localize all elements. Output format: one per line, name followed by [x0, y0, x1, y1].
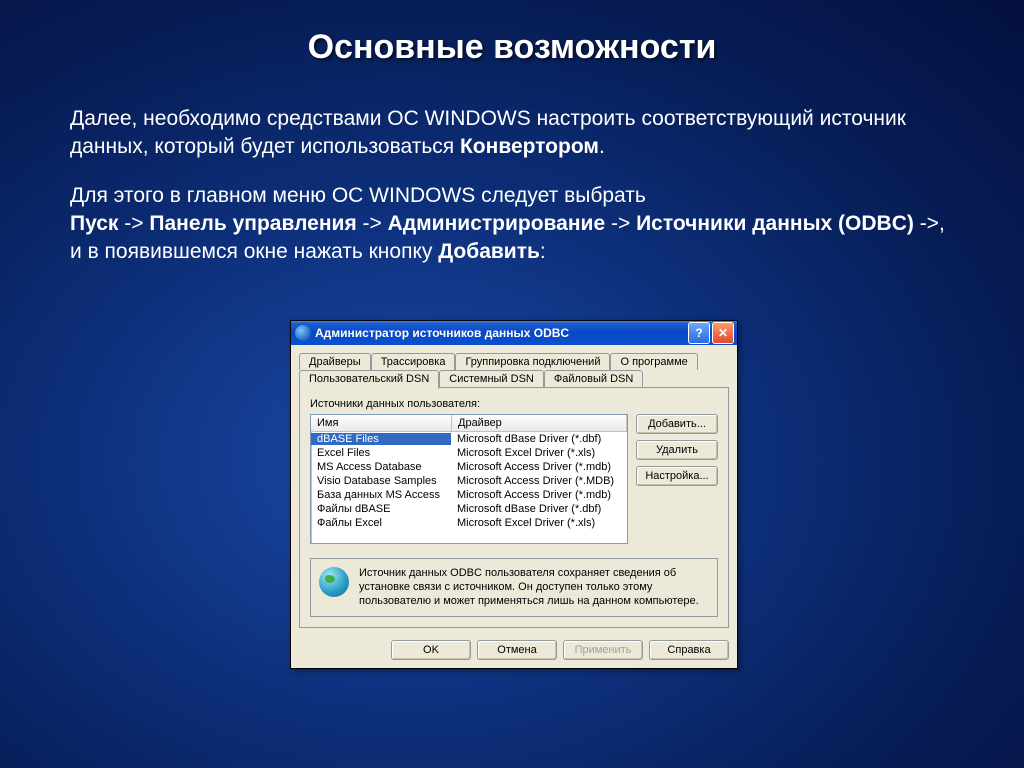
paragraph-1: Далее, необходимо средствами ОС WINDOWS …	[70, 105, 954, 162]
cell-driver: Microsoft Excel Driver (*.xls)	[451, 447, 627, 459]
table-row[interactable]: MS Access DatabaseMicrosoft Access Drive…	[311, 460, 627, 474]
tab-panel: Источники данных пользователя: Имя Драйв…	[299, 387, 729, 628]
p2-button-name: Добавить	[438, 240, 540, 263]
odbc-dialog-wrap: Администратор источников данных ODBC ? ✕…	[290, 320, 738, 669]
app-icon	[295, 325, 311, 341]
p1-text-c: .	[599, 135, 605, 158]
ok-button[interactable]: OK	[391, 640, 471, 660]
cell-name: Файлы dBASE	[311, 503, 451, 515]
dialog-body: Драйверы Трассировка Группировка подключ…	[291, 345, 737, 634]
cancel-button[interactable]: Отмена	[477, 640, 557, 660]
list-label: Источники данных пользователя:	[310, 398, 718, 410]
titlebar[interactable]: Администратор источников данных ODBC ? ✕	[291, 321, 737, 345]
add-button[interactable]: Добавить...	[636, 414, 718, 434]
table-row[interactable]: Файлы dBASEMicrosoft dBase Driver (*.dbf…	[311, 502, 627, 516]
dsn-listview[interactable]: Имя Драйвер dBASE FilesMicrosoft dBase D…	[310, 414, 628, 544]
table-row[interactable]: Файлы ExcelMicrosoft Excel Driver (*.xls…	[311, 516, 627, 530]
slide: Основные возможности Далее, необходимо с…	[0, 0, 1024, 768]
cell-driver: Microsoft Access Driver (*.mdb)	[451, 461, 627, 473]
cell-name: dBASE Files	[311, 433, 451, 445]
cell-name: Файлы Excel	[311, 517, 451, 529]
cell-name: База данных MS Access	[311, 489, 451, 501]
tab-about[interactable]: О программе	[610, 353, 697, 370]
tab-system-dsn[interactable]: Системный DSN	[439, 370, 544, 388]
cell-driver: Microsoft Excel Driver (*.xls)	[451, 517, 627, 529]
column-name[interactable]: Имя	[311, 415, 452, 431]
p2-colon: :	[540, 240, 546, 263]
apply-button[interactable]: Применить	[563, 640, 643, 660]
path-step-3: Источники данных (ODBC)	[636, 212, 914, 235]
side-buttons: Добавить... Удалить Настройка...	[636, 414, 718, 544]
table-row[interactable]: Excel FilesMicrosoft Excel Driver (*.xls…	[311, 446, 627, 460]
column-driver[interactable]: Драйвер	[452, 415, 627, 431]
odbc-dialog: Администратор источников данных ODBC ? ✕…	[290, 320, 738, 669]
cell-name: Excel Files	[311, 447, 451, 459]
remove-button[interactable]: Удалить	[636, 440, 718, 460]
path-step-2: Администрирование	[388, 212, 605, 235]
help-button[interactable]: ?	[688, 322, 710, 344]
tab-drivers[interactable]: Драйверы	[299, 353, 371, 370]
cell-name: Visio Database Samples	[311, 475, 451, 487]
info-box: Источник данных ODBC пользователя сохран…	[310, 558, 718, 617]
configure-button[interactable]: Настройка...	[636, 466, 718, 486]
cell-driver: Microsoft Access Driver (*.mdb)	[451, 489, 627, 501]
p1-bold: Конвертором	[460, 135, 599, 158]
tab-file-dsn[interactable]: Файловый DSN	[544, 370, 643, 388]
listview-header[interactable]: Имя Драйвер	[311, 415, 627, 432]
dialog-help-button[interactable]: Справка	[649, 640, 729, 660]
cell-driver: Microsoft dBase Driver (*.dbf)	[451, 433, 627, 445]
listview-wrap: Имя Драйвер dBASE FilesMicrosoft dBase D…	[310, 414, 718, 544]
tab-tracing[interactable]: Трассировка	[371, 353, 456, 370]
info-text: Источник данных ODBC пользователя сохран…	[359, 567, 709, 608]
path-step-0: Пуск	[70, 212, 118, 235]
slide-title: Основные возможности	[70, 28, 954, 67]
table-row[interactable]: Visio Database SamplesMicrosoft Access D…	[311, 474, 627, 488]
tab-pooling[interactable]: Группировка подключений	[455, 353, 610, 370]
listview-rows: dBASE FilesMicrosoft dBase Driver (*.dbf…	[311, 432, 627, 530]
tabs: Драйверы Трассировка Группировка подключ…	[299, 353, 729, 388]
table-row[interactable]: dBASE FilesMicrosoft dBase Driver (*.dbf…	[311, 432, 627, 446]
cell-name: MS Access Database	[311, 461, 451, 473]
paragraph-2: Для этого в главном меню ОС WINDOWS след…	[70, 182, 954, 267]
cell-driver: Microsoft Access Driver (*.MDB)	[451, 475, 627, 487]
globe-icon	[319, 567, 349, 597]
path-step-1: Панель управления	[149, 212, 356, 235]
close-button[interactable]: ✕	[712, 322, 734, 344]
table-row[interactable]: База данных MS AccessMicrosoft Access Dr…	[311, 488, 627, 502]
window-title: Администратор источников данных ODBC	[315, 326, 686, 340]
tab-user-dsn[interactable]: Пользовательский DSN	[299, 370, 439, 389]
footer-buttons: OK Отмена Применить Справка	[291, 634, 737, 668]
p2-intro: Для этого в главном меню ОС WINDOWS след…	[70, 184, 646, 207]
cell-driver: Microsoft dBase Driver (*.dbf)	[451, 503, 627, 515]
